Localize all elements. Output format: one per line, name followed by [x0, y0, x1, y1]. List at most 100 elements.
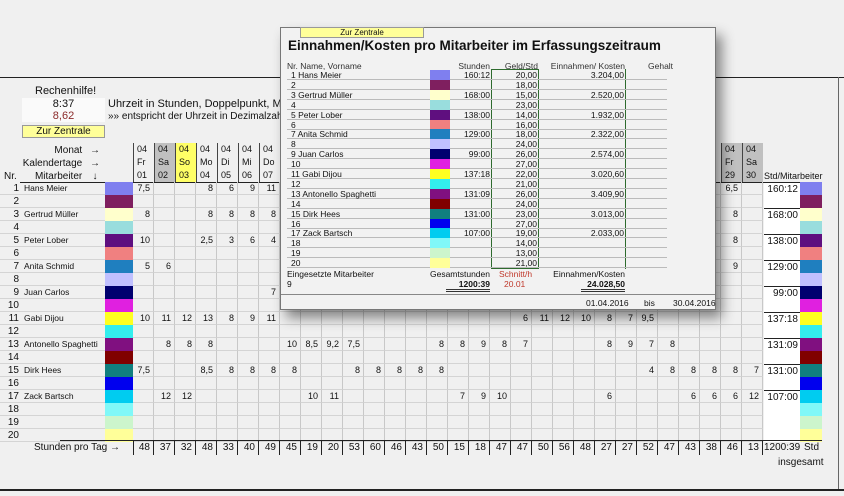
hours-cell[interactable]	[616, 364, 637, 377]
hours-cell[interactable]	[742, 312, 763, 325]
hours-cell[interactable]	[574, 364, 595, 377]
hours-cell[interactable]	[154, 403, 175, 416]
hours-cell[interactable]: 7	[511, 338, 532, 351]
hours-cell[interactable]	[175, 286, 196, 299]
hours-cell[interactable]	[448, 312, 469, 325]
hours-cell[interactable]: 8	[259, 364, 280, 377]
hours-cell[interactable]	[532, 403, 553, 416]
hours-cell[interactable]	[217, 325, 238, 338]
hours-cell[interactable]	[511, 364, 532, 377]
hours-cell[interactable]: 8	[343, 364, 364, 377]
hours-cell[interactable]	[133, 390, 154, 403]
hours-cell[interactable]	[154, 234, 175, 247]
hours-cell[interactable]	[742, 299, 763, 312]
hours-cell[interactable]	[490, 364, 511, 377]
hours-cell[interactable]	[742, 182, 763, 195]
hours-cell[interactable]	[700, 312, 721, 325]
hours-cell[interactable]	[280, 390, 301, 403]
hours-cell[interactable]	[175, 364, 196, 377]
hours-cell[interactable]	[280, 403, 301, 416]
hours-cell[interactable]: 8	[658, 364, 679, 377]
hours-cell[interactable]	[637, 351, 658, 364]
hours-cell[interactable]	[406, 390, 427, 403]
hours-cell[interactable]	[259, 273, 280, 286]
hours-cell[interactable]	[427, 403, 448, 416]
hours-cell[interactable]	[217, 286, 238, 299]
hours-cell[interactable]	[700, 325, 721, 338]
hours-cell[interactable]	[574, 325, 595, 338]
hours-cell[interactable]	[595, 325, 616, 338]
hours-cell[interactable]	[700, 377, 721, 390]
hours-cell[interactable]	[133, 403, 154, 416]
hours-cell[interactable]: 7	[448, 390, 469, 403]
hours-cell[interactable]: 2,5	[196, 234, 217, 247]
popup-geld-input[interactable]: 21,00	[492, 179, 537, 189]
hours-cell[interactable]	[196, 195, 217, 208]
popup-geld-input[interactable]: 23,00	[492, 100, 537, 110]
rechenhilfe-time[interactable]: 8:37	[22, 98, 105, 110]
hours-cell[interactable]: 8	[196, 182, 217, 195]
hours-cell[interactable]	[196, 273, 217, 286]
popup-geld-input[interactable]: 15,00	[492, 90, 537, 100]
hours-cell[interactable]: 8	[721, 234, 742, 247]
hours-cell[interactable]: 9	[238, 312, 259, 325]
hours-cell[interactable]	[721, 325, 742, 338]
hours-cell[interactable]	[133, 351, 154, 364]
hours-cell[interactable]	[364, 312, 385, 325]
hours-cell[interactable]: 13	[196, 312, 217, 325]
hours-cell[interactable]: 8	[658, 338, 679, 351]
hours-cell[interactable]	[385, 403, 406, 416]
hours-cell[interactable]	[385, 390, 406, 403]
hours-cell[interactable]	[532, 416, 553, 429]
hours-cell[interactable]	[385, 416, 406, 429]
hours-cell[interactable]	[238, 338, 259, 351]
hours-cell[interactable]	[217, 299, 238, 312]
hours-cell[interactable]	[595, 351, 616, 364]
hours-cell[interactable]	[721, 273, 742, 286]
hours-cell[interactable]	[238, 416, 259, 429]
hours-cell[interactable]	[259, 325, 280, 338]
hours-cell[interactable]	[175, 299, 196, 312]
hours-cell[interactable]	[427, 351, 448, 364]
hours-cell[interactable]: 9	[721, 260, 742, 273]
hours-cell[interactable]	[574, 377, 595, 390]
hours-cell[interactable]: 8	[175, 338, 196, 351]
hours-cell[interactable]	[133, 273, 154, 286]
hours-cell[interactable]: 8	[196, 208, 217, 221]
hours-cell[interactable]	[700, 351, 721, 364]
hours-cell[interactable]: 10	[301, 390, 322, 403]
popup-geld-input[interactable]: 19,00	[492, 228, 537, 238]
hours-cell[interactable]	[217, 195, 238, 208]
hours-cell[interactable]	[259, 403, 280, 416]
hours-cell[interactable]: 8	[490, 338, 511, 351]
hours-cell[interactable]	[217, 273, 238, 286]
hours-cell[interactable]	[301, 364, 322, 377]
hours-cell[interactable]	[259, 390, 280, 403]
hours-cell[interactable]	[700, 416, 721, 429]
popup-geld-input[interactable]: 22,00	[492, 169, 537, 179]
hours-cell[interactable]	[238, 195, 259, 208]
hours-cell[interactable]	[721, 247, 742, 260]
hours-cell[interactable]: 8,5	[301, 338, 322, 351]
hours-cell[interactable]	[175, 273, 196, 286]
hours-cell[interactable]	[217, 351, 238, 364]
popup-geld-input[interactable]: 13,00	[492, 248, 537, 258]
hours-cell[interactable]	[721, 351, 742, 364]
hours-cell[interactable]	[238, 286, 259, 299]
hours-cell[interactable]	[574, 351, 595, 364]
hours-cell[interactable]	[490, 325, 511, 338]
hours-cell[interactable]	[259, 377, 280, 390]
hours-cell[interactable]	[154, 377, 175, 390]
hours-cell[interactable]	[364, 377, 385, 390]
hours-cell[interactable]	[364, 351, 385, 364]
hours-cell[interactable]: 8	[406, 364, 427, 377]
hours-cell[interactable]	[742, 403, 763, 416]
hours-cell[interactable]	[154, 182, 175, 195]
hours-cell[interactable]	[595, 364, 616, 377]
hours-cell[interactable]	[175, 221, 196, 234]
hours-cell[interactable]: 8	[364, 364, 385, 377]
hours-cell[interactable]	[490, 403, 511, 416]
hours-cell[interactable]: 8	[133, 208, 154, 221]
hours-cell[interactable]	[364, 325, 385, 338]
hours-cell[interactable]	[133, 325, 154, 338]
